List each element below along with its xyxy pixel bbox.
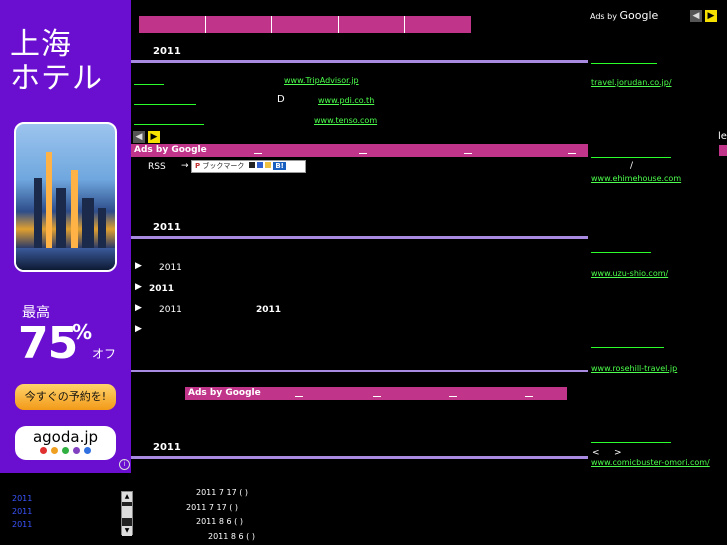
- ad-url-ehimehouse[interactable]: www.ehimehouse.com: [591, 174, 681, 183]
- section-divider: [131, 236, 588, 239]
- archive-year-link[interactable]: 2011: [12, 494, 32, 503]
- ad-city-line-1: 上海: [10, 27, 72, 62]
- logo-dot: [51, 447, 58, 454]
- top-navigation: [139, 16, 471, 33]
- edge-text: le: [718, 131, 727, 142]
- ad-city-line-2: ホテル: [10, 61, 103, 96]
- ad-title-link[interactable]: [134, 84, 164, 85]
- right-nav-right[interactable]: >: [614, 448, 622, 458]
- ad-text-slash: /: [630, 161, 634, 171]
- ad-sale-number: 75: [18, 318, 78, 369]
- ad-info-icon[interactable]: i: [119, 459, 130, 470]
- edge-pink-bar: [719, 145, 727, 156]
- ad-title-link[interactable]: [134, 124, 204, 125]
- nav-tab[interactable]: [139, 16, 206, 33]
- ad-prev-arrow-icon[interactable]: ◀: [133, 131, 145, 143]
- section-heading-year: 2011: [153, 222, 181, 233]
- rss-arrow-icon: →: [181, 161, 189, 171]
- logo-dot: [62, 447, 69, 454]
- ad-title-link[interactable]: [134, 104, 196, 105]
- section-heading-year: 2011: [153, 442, 181, 453]
- post-year-bold: 2011: [256, 305, 282, 315]
- ads-by-google-header: Ads by Google: [590, 9, 658, 22]
- ads-by-google-bar[interactable]: Ads by Google: [185, 387, 567, 400]
- ad-next-arrow-icon[interactable]: ▶: [148, 131, 160, 143]
- nav-tab[interactable]: [272, 16, 339, 33]
- right-nav-left[interactable]: <: [592, 448, 600, 458]
- ad-sale-percent: %: [72, 320, 93, 344]
- ads-by-google-label: Ads by Google: [134, 145, 207, 155]
- archive-scrollbar[interactable]: ▲ ▼: [121, 491, 133, 536]
- ad-text-letter: D: [277, 94, 285, 105]
- ad-city-title: 上海 ホテル: [10, 28, 103, 96]
- ads-by-google-bar[interactable]: Ads by Google: [131, 144, 588, 157]
- section-divider: [131, 60, 588, 63]
- scroll-down-icon[interactable]: ▼: [122, 526, 132, 536]
- rss-label[interactable]: RSS: [148, 162, 166, 172]
- bullet-arrow-icon: ▶: [135, 282, 142, 292]
- ad-url-uzushio[interactable]: www.uzu-shio.com/: [591, 269, 668, 278]
- ad-url-comicbuster[interactable]: www.comicbuster-omori.com/: [591, 458, 710, 467]
- ad-title-link[interactable]: [591, 63, 657, 64]
- ads-by-label: Ads by: [590, 12, 617, 21]
- hotel-ad-banner[interactable]: 上海 ホテル 最高 75 % オフ 今すぐの予約を! agoda.jp i: [0, 0, 131, 473]
- post-year[interactable]: 2011: [149, 284, 174, 294]
- right-prev-arrow-icon[interactable]: ◀: [690, 10, 702, 22]
- logo-dot: [73, 447, 80, 454]
- entry-date[interactable]: 2011 8 6 ( ): [196, 517, 243, 526]
- bookmark-toolbar[interactable]: P ブックマーク B!: [191, 160, 306, 173]
- ad-title-link[interactable]: [591, 252, 651, 253]
- bullet-arrow-icon: ▶: [135, 303, 142, 313]
- scroll-up-icon[interactable]: ▲: [122, 492, 132, 502]
- book-now-button[interactable]: 今すぐの予約を!: [15, 384, 116, 410]
- bookmark-delicious-icon[interactable]: [248, 162, 255, 168]
- ad-url-tripadvisor[interactable]: www.TripAdvisor.jp: [284, 76, 359, 85]
- entry-date[interactable]: 2011 7 17 ( ): [196, 488, 248, 497]
- section-heading-year: 2011: [153, 46, 181, 57]
- nav-tab[interactable]: [405, 16, 471, 33]
- ads-by-google-label: Ads by Google: [188, 388, 261, 398]
- nav-tab[interactable]: [206, 16, 273, 33]
- bookmark-p-icon: P: [195, 162, 201, 170]
- archive-year-link[interactable]: 2011: [12, 507, 32, 516]
- nav-tab[interactable]: [339, 16, 406, 33]
- logo-dot: [40, 447, 47, 454]
- ad-url-tenso[interactable]: www.tenso.com: [314, 116, 377, 125]
- ad-sale-suffix: オフ: [92, 347, 117, 361]
- section-divider: [131, 456, 588, 459]
- scroll-thumb[interactable]: [122, 506, 132, 518]
- hatena-badge[interactable]: B!: [273, 162, 286, 170]
- archive-year-link[interactable]: 2011: [12, 520, 32, 529]
- entry-date[interactable]: 2011 8 6 ( ): [208, 532, 255, 541]
- ad-title-link[interactable]: [591, 157, 671, 158]
- logo-dot: [84, 447, 91, 454]
- bullet-arrow-icon: ▶: [135, 261, 142, 271]
- google-label: Google: [619, 9, 659, 22]
- right-next-arrow-icon[interactable]: ▶: [705, 10, 717, 22]
- ad-url-jorudan[interactable]: travel.jorudan.co.jp/: [591, 78, 672, 87]
- ad-url-rosehill[interactable]: www.rosehill-travel.jp: [591, 364, 677, 373]
- agoda-logo-dots: [18, 447, 113, 454]
- post-year[interactable]: 2011: [159, 305, 182, 315]
- bullet-arrow-icon: ▶: [135, 324, 142, 334]
- entry-date[interactable]: 2011 7 17 ( ): [186, 503, 238, 512]
- bookmark-blue-icon[interactable]: [256, 162, 263, 168]
- agoda-logo[interactable]: agoda.jp: [15, 426, 116, 460]
- ad-title-link[interactable]: [591, 442, 671, 443]
- section-divider: [131, 370, 588, 372]
- bookmark-yellow-icon[interactable]: [265, 162, 272, 168]
- ad-city-photo: [14, 122, 117, 272]
- post-year[interactable]: 2011: [159, 263, 182, 273]
- ad-url-pdi[interactable]: www.pdi.co.th: [318, 96, 374, 105]
- ad-title-link[interactable]: [591, 347, 664, 348]
- bookmark-label: ブックマーク: [202, 162, 245, 170]
